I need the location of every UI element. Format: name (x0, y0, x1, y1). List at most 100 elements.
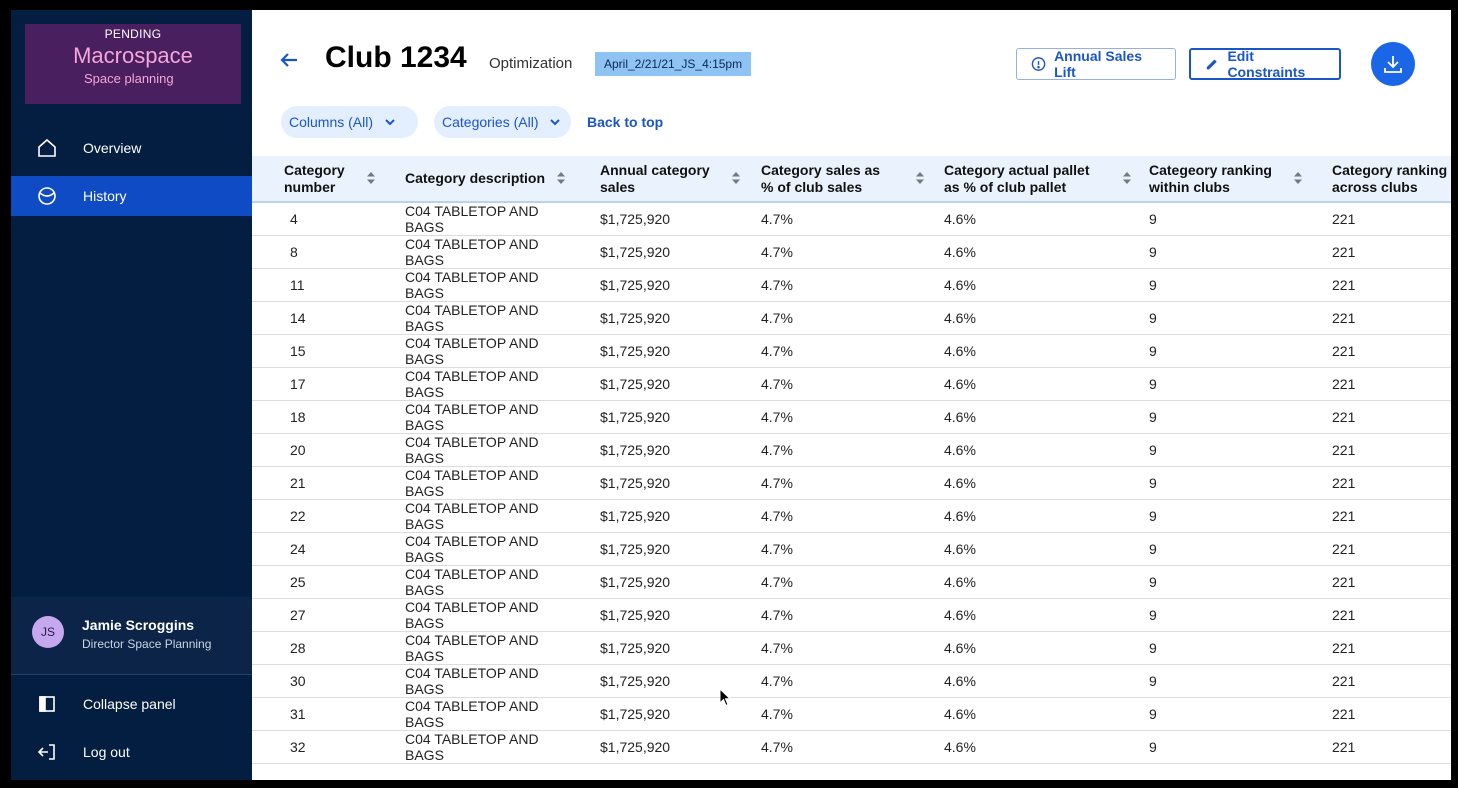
table-cell: 4.7% (761, 739, 793, 755)
table-cell: 4.7% (761, 508, 793, 524)
column-header[interactable]: Category number (252, 156, 375, 202)
table-cell: 17 (290, 376, 306, 392)
column-header[interactable]: Category sales as% of club sales (729, 156, 924, 202)
column-header-label-line2: within clubs (1149, 178, 1230, 195)
collapse-panel-button[interactable]: Collapse panel (11, 684, 252, 724)
table-row[interactable]: 27 C04 TABLETOP AND BAGS $1,725,920 4.7% 4.6… (252, 599, 1451, 632)
table-cell: 4.6% (944, 673, 976, 689)
table-cell: $1,725,920 (600, 211, 671, 227)
table-row[interactable]: 15 C04 TABLETOP AND BAGS $1,725,920 4.7% 4.6… (252, 335, 1451, 368)
sidebar-item-history[interactable]: History (11, 176, 252, 216)
categories-filter[interactable]: Categories (All) (434, 106, 571, 138)
brand-status: PENDING (104, 27, 162, 41)
table-cell: 221 (1332, 277, 1356, 293)
column-header[interactable]: Annual category sales (568, 156, 740, 202)
table-row[interactable]: 25 C04 TABLETOP AND BAGS $1,725,920 4.7% 4.6… (252, 566, 1451, 599)
table-cell: $1,725,920 (600, 508, 671, 524)
table-cell: 4.7% (761, 541, 793, 557)
table-cell: 9 (1149, 475, 1157, 491)
sort-icon[interactable] (556, 171, 566, 185)
table-cell: 221 (1332, 244, 1356, 260)
table-cell: 4.6% (944, 607, 976, 623)
table-cell: $1,725,920 (600, 310, 671, 326)
table-cell: 9 (1149, 706, 1157, 722)
table-row[interactable]: 22 C04 TABLETOP AND BAGS $1,725,920 4.7% 4.6… (252, 500, 1451, 533)
sidebar-item-label: History (83, 188, 127, 204)
table-cell: 9 (1149, 607, 1157, 623)
table-row[interactable]: 31 C04 TABLETOP AND BAGS $1,725,920 4.7% 4.6… (252, 698, 1451, 731)
column-header-label: Annual category (600, 161, 710, 178)
column-header[interactable]: Category ranking across clubs (1300, 156, 1451, 202)
table-body: 4 C04 TABLETOP AND BAGS $1,725,920 4.7% 4.6%… (252, 202, 1451, 764)
table-row[interactable]: 28 C04 TABLETOP AND BAGS $1,725,920 4.7% 4.6… (252, 632, 1451, 665)
brand-title: Macrospace (73, 43, 193, 68)
table-cell: $1,725,920 (600, 673, 671, 689)
table-row[interactable]: 20 C04 TABLETOP AND BAGS $1,725,920 4.7% 4.6… (252, 434, 1451, 467)
table-cell: $1,725,920 (600, 640, 671, 656)
table-cell: 221 (1332, 673, 1356, 689)
table-cell: 9 (1149, 673, 1157, 689)
table-cell: 221 (1332, 574, 1356, 590)
table-cell: 14 (290, 310, 306, 326)
table-cell: 4.6% (944, 409, 976, 425)
table-row[interactable]: 24 C04 TABLETOP AND BAGS $1,725,920 4.7% 4.6… (252, 533, 1451, 566)
edit-constraints-button[interactable]: Edit Constraints (1189, 48, 1341, 80)
sidebar-item-label: Overview (83, 140, 142, 156)
chevron-down-icon (550, 119, 561, 126)
table-cell: 221 (1332, 739, 1356, 755)
user-profile[interactable]: JS Jamie Scroggins Director Space Planni… (11, 597, 252, 675)
annual-sales-lift-button[interactable]: Annual Sales Lift (1016, 48, 1176, 80)
table-row[interactable]: 30 C04 TABLETOP AND BAGS $1,725,920 4.7% 4.6… (252, 665, 1451, 698)
table-cell: 4.7% (761, 706, 793, 722)
user-role: Director Space Planning (82, 637, 212, 651)
table-cell: 9 (1149, 508, 1157, 524)
table-cell: 4.7% (761, 277, 793, 293)
table-cell: 4.6% (944, 475, 976, 491)
avatar: JS (32, 616, 64, 648)
brand-subtitle: Space planning (84, 71, 174, 86)
sidebar-item-overview[interactable]: Overview (11, 128, 252, 168)
table-cell: 221 (1332, 508, 1356, 524)
logout-button[interactable]: Log out (11, 732, 252, 772)
table-cell: $1,725,920 (600, 541, 671, 557)
table-row[interactable]: 4 C04 TABLETOP AND BAGS $1,725,920 4.7% 4.6%… (252, 202, 1451, 236)
column-header[interactable]: Category description (373, 156, 568, 202)
table-cell: 22 (290, 508, 306, 524)
table-row[interactable]: 11 C04 TABLETOP AND BAGS $1,725,920 4.7% 4.6… (252, 269, 1451, 302)
table-cell: $1,725,920 (600, 475, 671, 491)
table-cell: 4.7% (761, 607, 793, 623)
column-header[interactable]: Category actual pallet as % of club palle… (912, 156, 1131, 202)
table-row[interactable]: 18 C04 TABLETOP AND BAGS $1,725,920 4.7% 4.6… (252, 401, 1451, 434)
table-cell: C04 TABLETOP AND BAGS (405, 335, 539, 367)
table-cell: 9 (1149, 739, 1157, 755)
table-row[interactable]: 17 C04 TABLETOP AND BAGS $1,725,920 4.7% 4.6… (252, 368, 1451, 401)
app-window: PENDING Macrospace Space planning Overvi… (11, 10, 1451, 780)
table-cell: 221 (1332, 409, 1356, 425)
table-cell: 11 (290, 277, 305, 293)
table-row[interactable]: 32 C04 TABLETOP AND BAGS $1,725,920 4.7% 4.6… (252, 731, 1451, 764)
table-row[interactable]: 21 C04 TABLETOP AND BAGS $1,725,920 4.7% 4.6… (252, 467, 1451, 500)
back-to-top-link[interactable]: Back to top (587, 114, 663, 130)
table-cell: 221 (1332, 607, 1356, 623)
table-row[interactable]: 14 C04 TABLETOP AND BAGS $1,725,920 4.7% 4.6… (252, 302, 1451, 335)
column-header-label: Category actual pallet (944, 161, 1090, 178)
home-icon (38, 138, 56, 157)
table-cell: 4.6% (944, 541, 976, 557)
back-arrow-icon[interactable] (277, 48, 301, 72)
table-cell: 221 (1332, 211, 1356, 227)
table-cell: 20 (290, 442, 306, 458)
download-button[interactable] (1371, 42, 1415, 86)
table-cell: 4.6% (944, 739, 976, 755)
table-cell: 9 (1149, 442, 1157, 458)
table-cell: 4.7% (761, 310, 793, 326)
table-cell: 32 (290, 739, 306, 755)
table-cell: 27 (290, 607, 306, 623)
table-cell: 8 (290, 244, 298, 260)
columns-filter[interactable]: Columns (All) (281, 106, 418, 138)
table-cell: 4.6% (944, 442, 976, 458)
table-cell: $1,725,920 (600, 706, 671, 722)
table-row[interactable]: 8 C04 TABLETOP AND BAGS $1,725,920 4.7% 4.6%… (252, 236, 1451, 269)
column-header[interactable]: Categeory ranking within clubs (1117, 156, 1302, 202)
annual-sales-lift-label: Annual Sales Lift (1054, 48, 1142, 80)
table-cell: 221 (1332, 475, 1356, 491)
